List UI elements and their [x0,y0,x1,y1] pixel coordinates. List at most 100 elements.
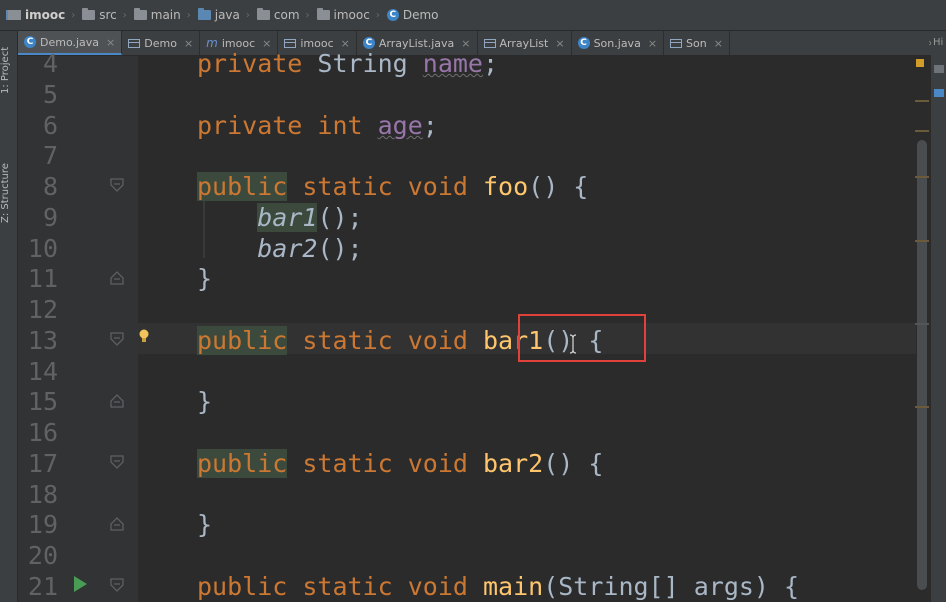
close-icon[interactable]: × [184,37,193,50]
code-token: bar2 [482,449,544,478]
code-token: public [197,449,288,478]
module-icon [6,10,21,20]
fold-marker-icon[interactable] [110,178,124,192]
line-number: 9 [42,203,58,232]
code-token: () { [528,172,589,201]
breadcrumb-item[interactable]: imooc › [311,0,381,30]
line-number: 5 [42,80,58,109]
code-line[interactable]: private String name; [197,48,498,79]
chevron-right-icon: › [375,9,380,21]
code-token: () { [543,449,604,478]
tool-icon[interactable] [934,89,944,97]
fold-marker-icon[interactable] [110,455,124,469]
line-number: 10 [27,234,58,263]
class-icon: C [577,37,590,49]
breadcrumb-item[interactable]: imooc › [0,0,76,30]
editor-tab[interactable]: Son × [664,31,730,55]
intention-bulb-icon[interactable] [138,328,150,342]
structure-tool-button[interactable]: Z: Structure [0,153,17,233]
stripe-marker[interactable] [915,100,929,102]
code-token: static void [287,449,483,478]
folder-icon [82,8,96,20]
line-number: 21 [27,572,58,601]
text-cursor-icon [569,333,577,355]
fold-end-icon[interactable] [110,271,124,285]
code-line[interactable]: } [197,509,212,540]
line-number: 15 [27,387,58,416]
breadcrumb-item[interactable]: src › [76,0,128,30]
breadcrumb-label: Demo [402,8,439,22]
code-line[interactable]: public static void main(String[] args) { [197,571,799,602]
folder-icon [133,8,147,20]
chevron-right-icon: › [186,9,191,21]
fold-end-icon[interactable] [110,517,124,531]
fold-marker-icon[interactable] [110,332,124,346]
code-line[interactable]: } [197,263,212,294]
stripe-marker[interactable] [915,130,929,132]
line-number: 20 [27,541,58,570]
breadcrumb-label: src [99,8,117,22]
close-icon[interactable]: × [714,37,723,50]
tab-label: Son [686,36,707,50]
line-number: 8 [42,172,58,201]
code-token: } [197,510,213,539]
stripe-marker[interactable] [915,240,929,242]
code-token: } [197,387,213,416]
close-icon[interactable]: × [648,37,657,50]
editor-tab[interactable]: Demo × [122,31,201,55]
navigation-bar: imooc › src › main › java › com › imooc › C Demo [0,0,946,31]
code-line[interactable]: bar2(); [197,233,362,264]
stripe-marker[interactable] [915,176,929,178]
code-line[interactable]: public static void bar2() { [197,448,603,479]
code-line[interactable]: private int age; [197,110,438,141]
fold-end-icon[interactable] [110,394,124,408]
breadcrumb-label: imooc [333,8,370,22]
breadcrumb-label: com [273,8,300,22]
chevron-right-icon: › [71,9,76,21]
frame-icon [670,38,683,48]
stripe-marker[interactable] [915,406,929,408]
chevron-right-icon: › [122,9,127,21]
code-token: bar2 [257,234,318,263]
code-token: private int [197,111,378,140]
line-number: 17 [27,449,58,478]
code-token: (); [317,203,363,232]
folder-blue-icon [197,8,211,20]
breadcrumb-item[interactable]: C Demo [381,0,439,30]
line-number: 14 [27,357,58,386]
chevron-right-icon: › [245,9,250,21]
code-token: (String[] args) { [543,572,800,601]
stripe-marker[interactable] [915,323,929,325]
close-icon[interactable]: × [555,37,564,50]
tab-label: Demo.java [40,35,100,49]
right-tool-label[interactable]: Hi [933,37,943,48]
breadcrumb-item[interactable]: com › [251,0,311,30]
tab-label: Demo [144,36,177,50]
run-icon[interactable] [74,576,87,592]
breadcrumb-item[interactable]: main › [128,0,192,30]
left-tool-strip: 1: Project Z: Structure [0,31,18,602]
line-number: 6 [42,111,58,140]
close-icon[interactable]: × [106,36,115,49]
code-token: age [377,111,423,140]
folder-icon [316,8,330,20]
frame-icon [128,38,141,48]
breadcrumb-item[interactable]: java › [192,0,251,30]
code-line[interactable]: public static void foo() { [197,171,588,202]
line-number: 4 [42,49,58,78]
code-token: String [317,49,423,78]
class-icon: C [386,9,399,21]
line-number: 16 [27,418,58,447]
inspection-status-icon[interactable] [916,59,924,67]
code-token: public static void [197,572,483,601]
code-line[interactable]: bar1(); [197,202,363,233]
code-line[interactable]: } [197,386,212,417]
fold-marker-icon[interactable] [110,578,124,592]
code-token: public [197,326,288,355]
editor-tab[interactable]: C Son.java × [572,31,665,55]
class-icon: C [24,36,36,48]
tool-icon[interactable] [934,65,944,73]
vertical-scrollbar[interactable] [917,140,927,590]
tab-label: Son.java [593,36,641,50]
project-tool-button[interactable]: 1: Project [0,39,17,101]
